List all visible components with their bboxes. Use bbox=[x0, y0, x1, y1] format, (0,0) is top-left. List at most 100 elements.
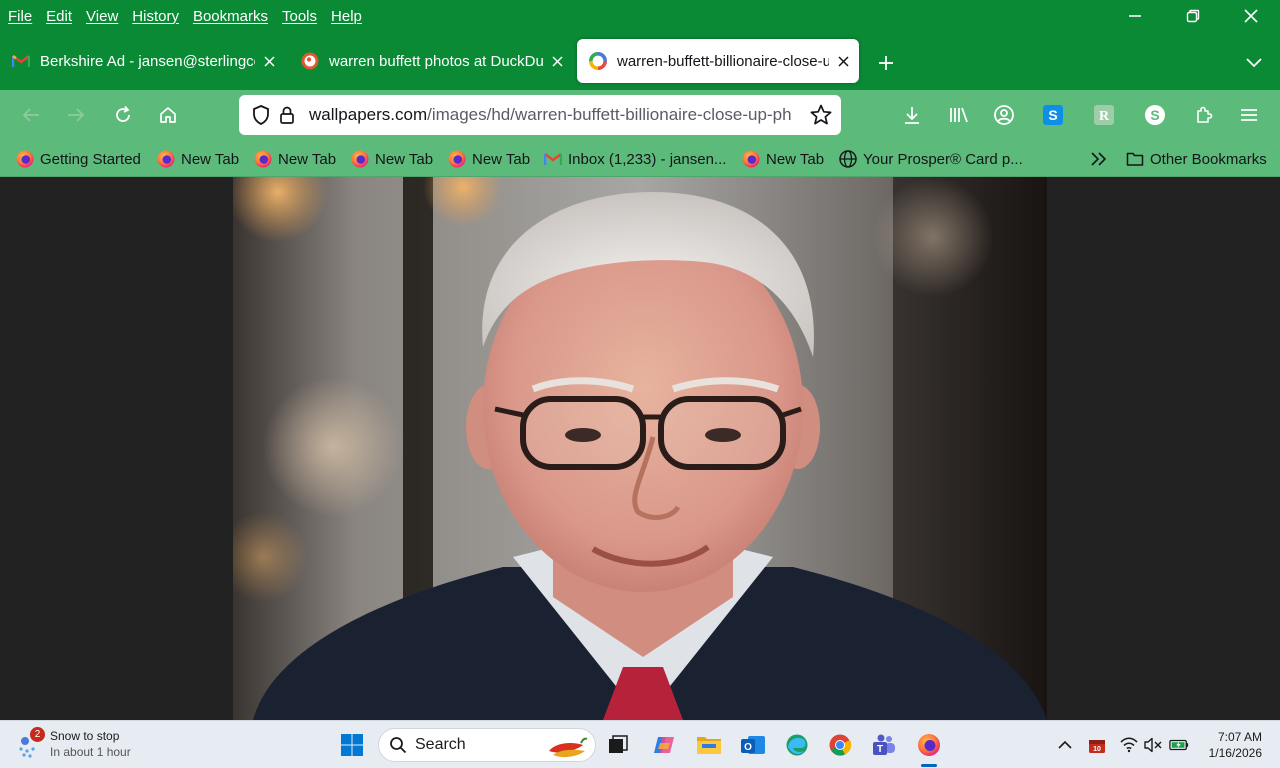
weather-alert-badge: 2 bbox=[30, 727, 45, 742]
bookmark-label: New Tab bbox=[278, 150, 337, 168]
gift-calendar-icon: 10 bbox=[1089, 740, 1105, 753]
file-explorer-button[interactable] bbox=[693, 729, 725, 761]
edge-button[interactable] bbox=[781, 729, 813, 761]
menu-edit[interactable]: Edit bbox=[46, 8, 72, 25]
volume-tray-icon[interactable] bbox=[1143, 735, 1163, 755]
restore-button[interactable] bbox=[1164, 0, 1222, 32]
close-window-button[interactable] bbox=[1222, 0, 1280, 32]
other-bookmarks[interactable]: Other Bookmarks bbox=[1126, 148, 1267, 170]
menu-bookmarks[interactable]: Bookmarks bbox=[193, 8, 268, 25]
firefox-icon bbox=[157, 150, 175, 168]
tab-close-button[interactable] bbox=[259, 51, 279, 71]
show-hidden-icons-button[interactable] bbox=[1055, 735, 1075, 755]
clock-time: 7:07 AM bbox=[1217, 730, 1262, 744]
menu-file[interactable]: File bbox=[8, 8, 32, 25]
minimize-button[interactable] bbox=[1106, 0, 1164, 32]
search-label: Search bbox=[415, 736, 466, 753]
s-extension-icon: S bbox=[1043, 105, 1063, 125]
bookmark-label: Inbox (1,233) - jansen... bbox=[568, 150, 727, 168]
warren-buffett-photo[interactable] bbox=[233, 177, 1047, 720]
account-button[interactable] bbox=[990, 101, 1018, 129]
bookmark-new-tab[interactable]: New Tab bbox=[351, 148, 433, 170]
tab-title: warren-buffett-billionaire-close-up bbox=[617, 52, 829, 70]
edge-icon bbox=[786, 734, 808, 756]
bookmark-label: Your Prosper® Card p... bbox=[863, 150, 1023, 168]
star-icon bbox=[810, 104, 832, 125]
shield-icon[interactable] bbox=[249, 103, 273, 127]
bookmark-new-tab[interactable]: New Tab bbox=[742, 148, 824, 170]
menu-view[interactable]: View bbox=[86, 8, 118, 25]
copilot-button[interactable] bbox=[648, 729, 680, 761]
outlook-button[interactable]: O bbox=[737, 729, 769, 761]
bookmark-label: New Tab bbox=[181, 150, 240, 168]
bookmark-star-button[interactable] bbox=[809, 103, 833, 127]
tab-close-button[interactable] bbox=[547, 51, 567, 71]
bookmarks-overflow-button[interactable] bbox=[1090, 148, 1108, 170]
tab-close-button[interactable] bbox=[833, 51, 853, 71]
calendar-tray-icon[interactable]: 10 bbox=[1087, 735, 1107, 755]
firefox-icon bbox=[351, 150, 369, 168]
extension-r-button[interactable]: R bbox=[1090, 101, 1118, 129]
lock-icon[interactable] bbox=[275, 103, 299, 127]
reload-button[interactable] bbox=[107, 99, 139, 131]
menu-tools[interactable]: Tools bbox=[282, 8, 317, 25]
close-icon bbox=[263, 55, 275, 67]
teams-icon: T bbox=[873, 734, 895, 755]
firefox-icon bbox=[742, 150, 760, 168]
arrow-left-icon bbox=[22, 108, 39, 122]
menu-history[interactable]: History bbox=[132, 8, 179, 25]
teams-button[interactable]: T bbox=[868, 729, 900, 761]
back-button[interactable] bbox=[15, 99, 47, 131]
chrome-button[interactable] bbox=[824, 729, 856, 761]
new-tab-button[interactable] bbox=[872, 49, 900, 77]
extension-s-blue-button[interactable]: S bbox=[1039, 101, 1067, 129]
minimize-icon bbox=[1129, 15, 1141, 17]
bookmark-gmail-inbox[interactable]: Inbox (1,233) - jansen... bbox=[544, 148, 726, 170]
tab-berkshire-ad[interactable]: Berkshire Ad - jansen@sterlingco bbox=[0, 39, 285, 83]
chili-peppers-icon bbox=[549, 737, 588, 758]
app-menu-button[interactable] bbox=[1235, 101, 1263, 129]
svg-text:S: S bbox=[1048, 107, 1057, 123]
extension-s-circle-button[interactable]: S bbox=[1141, 101, 1169, 129]
battery-tray-icon[interactable] bbox=[1169, 735, 1189, 755]
download-icon bbox=[905, 107, 919, 124]
wifi-icon bbox=[1120, 737, 1138, 753]
firefox-taskbar-button[interactable] bbox=[913, 729, 945, 761]
bookmark-new-tab[interactable]: New Tab bbox=[254, 148, 336, 170]
bookmark-getting-started[interactable]: Getting Started bbox=[16, 148, 141, 170]
library-button[interactable] bbox=[945, 101, 973, 129]
gmail-icon bbox=[12, 52, 30, 70]
globe-icon bbox=[839, 150, 857, 168]
clock[interactable]: 7:07 AM 1/16/2026 bbox=[1209, 729, 1262, 761]
address-bar[interactable]: wallpapers.com/images/hd/warren-buffett-… bbox=[239, 95, 841, 135]
bookmark-new-tab[interactable]: New Tab bbox=[448, 148, 530, 170]
bookmark-prosper-card[interactable]: Your Prosper® Card p... bbox=[839, 148, 1023, 170]
tab-strip: Berkshire Ad - jansen@sterlingco warren … bbox=[0, 32, 1280, 90]
tab-duckduckgo[interactable]: warren buffett photos at DuckDuckGo bbox=[289, 39, 573, 83]
list-all-tabs-button[interactable] bbox=[1242, 49, 1266, 77]
downloads-button[interactable] bbox=[898, 101, 926, 129]
hamburger-menu-icon bbox=[1241, 109, 1257, 121]
taskbar-search-box[interactable]: Search bbox=[378, 728, 596, 762]
r-extension-icon: R bbox=[1094, 105, 1114, 125]
home-button[interactable] bbox=[152, 99, 184, 131]
svg-text:O: O bbox=[744, 742, 752, 753]
folder-icon bbox=[1126, 150, 1144, 168]
url-text[interactable]: wallpapers.com/images/hd/warren-buffett-… bbox=[309, 105, 791, 125]
firefox-icon bbox=[16, 150, 34, 168]
bookmark-label: New Tab bbox=[375, 150, 434, 168]
bookmark-new-tab[interactable]: New Tab bbox=[157, 148, 239, 170]
weather-widget[interactable]: 2 Snow to stop In about 1 hour bbox=[16, 727, 166, 763]
outlook-icon: O bbox=[741, 736, 765, 754]
bookmark-label: Getting Started bbox=[40, 150, 141, 168]
menu-help[interactable]: Help bbox=[331, 8, 362, 25]
start-button[interactable] bbox=[336, 729, 368, 761]
forward-button[interactable] bbox=[60, 99, 92, 131]
task-view-button[interactable] bbox=[602, 729, 634, 761]
task-view-icon bbox=[609, 735, 628, 753]
window-controls bbox=[1106, 0, 1280, 32]
tab-warren-buffett-wallpaper[interactable]: warren-buffett-billionaire-close-up bbox=[577, 39, 859, 83]
extensions-button[interactable] bbox=[1190, 101, 1218, 129]
wifi-tray-icon[interactable] bbox=[1119, 735, 1139, 755]
chevron-up-icon bbox=[1058, 740, 1072, 749]
